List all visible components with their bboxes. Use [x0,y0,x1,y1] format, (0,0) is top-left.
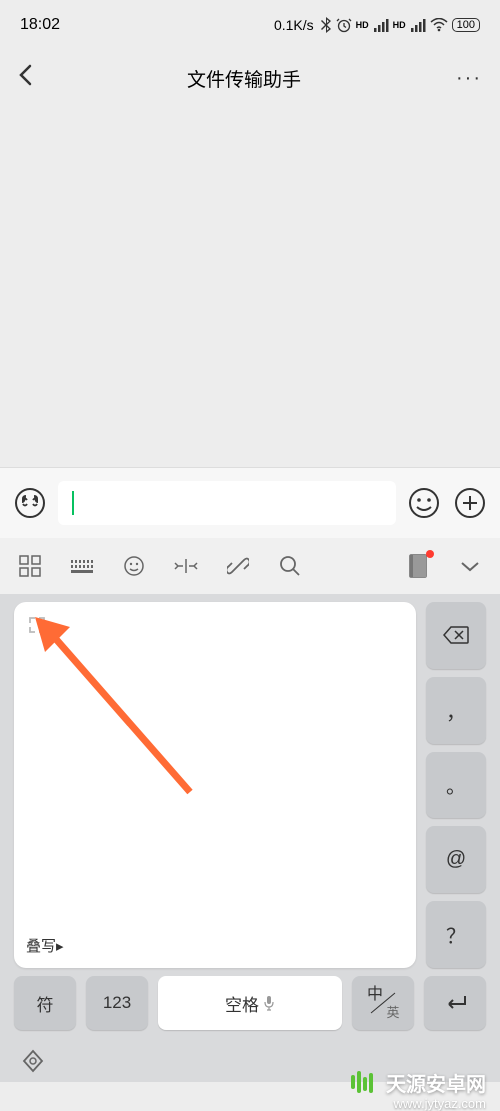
enter-key[interactable] [424,976,486,1030]
svg-text:中: 中 [367,985,383,1003]
period-key[interactable]: 。 [426,752,486,819]
comma-key[interactable]: ， [426,677,486,744]
side-keys: ， 。 @ ？ [426,602,486,968]
hd-icon-2: HD [393,20,406,30]
language-key[interactable]: 中 英 [352,976,414,1030]
bluetooth-icon [320,17,332,33]
handwriting-pad[interactable]: 叠写▸ [14,602,416,968]
signal-icon-1 [373,18,389,32]
keyboard-toolbar [0,538,500,594]
search-icon[interactable] [276,552,304,580]
input-row [0,467,500,538]
keyboard-area: 叠写▸ ， 。 @ ？ [0,594,500,976]
text-cursor [72,491,74,515]
wifi-icon [430,18,448,32]
battery-badge: 100 [452,18,480,32]
logo-icon [20,1048,46,1074]
svg-text:英: 英 [386,1005,399,1020]
link-icon[interactable] [224,552,252,580]
watermark-text: 天源安卓网 [386,1068,486,1097]
back-button[interactable] [18,64,32,93]
space-key[interactable]: 空格 [158,976,342,1030]
status-bar: 18:02 0.1K/s HD HD 100 [0,0,500,50]
emoji-button[interactable] [406,485,442,521]
watermark: 天源安卓网 [348,1067,486,1097]
bottom-key-row: 符 123 空格 中 英 [0,976,500,1040]
grid-icon[interactable] [16,552,44,580]
watermark-url: www.jytyaz.com [394,1096,486,1111]
space-label: 空格 [225,991,259,1016]
more-button[interactable]: ··· [456,67,482,90]
mic-icon [263,995,275,1011]
watermark-logo [348,1067,378,1097]
chat-area[interactable] [0,106,500,467]
status-time: 18:02 [20,16,60,34]
number-key[interactable]: 123 [86,976,148,1030]
emoji-toolbar-icon[interactable] [120,552,148,580]
collapse-icon[interactable] [456,552,484,580]
network-speed: 0.1K/s [274,17,314,33]
status-right: 0.1K/s HD HD 100 [274,17,480,33]
status-icons: HD HD 100 [320,17,480,33]
notification-dot [426,550,434,558]
stack-write-label[interactable]: 叠写▸ [26,935,64,956]
at-key[interactable]: @ [426,826,486,893]
question-key[interactable]: ？ [426,901,486,968]
voice-button[interactable] [12,485,48,521]
hd-icon: HD [356,20,369,30]
symbol-key[interactable]: 符 [14,976,76,1030]
keyboard-icon[interactable] [68,552,96,580]
nav-bar: 文件传输助手 ··· [0,50,500,106]
alarm-icon [336,17,352,33]
plus-button[interactable] [452,485,488,521]
page-title: 文件传输助手 [187,65,301,92]
expand-icon[interactable] [28,616,46,634]
cursor-icon[interactable] [172,552,200,580]
backspace-key[interactable] [426,602,486,669]
signal-icon-2 [410,18,426,32]
dictionary-icon[interactable] [404,552,432,580]
message-input[interactable] [58,481,396,525]
